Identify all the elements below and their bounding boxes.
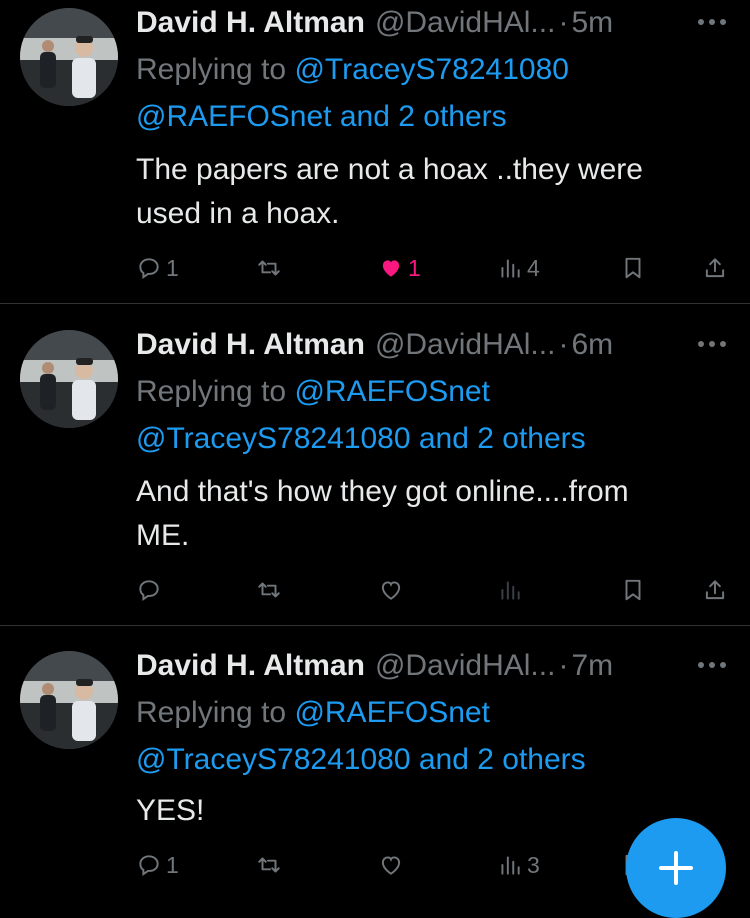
reply-button[interactable] [136,570,166,610]
reply-icon [139,580,159,601]
views-button[interactable]: 4 [497,248,540,288]
plus-icon [659,851,693,885]
replying-to-line: Replying to @RAEFOSnet [136,689,490,736]
mention-link[interactable]: @RAEFOSnet [294,696,490,729]
tweet-text: The papers are not a hoax ..they were us… [136,148,726,236]
action-bar: 1 1 4 [0,248,750,288]
reply-count: 1 [166,851,179,878]
retweet-button[interactable] [256,570,282,610]
divider [0,625,750,626]
share-button[interactable] [702,248,728,288]
bookmark-button[interactable] [620,248,646,288]
mention-link[interactable]: @TraceyS78241080 [136,743,411,776]
author-name[interactable]: David H. Altman [136,328,365,362]
view-count: 4 [527,254,540,281]
reply-button[interactable]: 1 [136,248,179,288]
author-handle[interactable]: @DavidHAl... [375,649,556,683]
mention-link[interactable]: @TraceyS78241080 [294,53,569,86]
view-count: 3 [527,851,540,878]
separator-dot: · [558,6,569,39]
others-link[interactable]: and 2 others [340,100,507,133]
retweet-icon [258,260,280,276]
retweet-icon [258,582,280,598]
timestamp[interactable]: 6m [571,328,613,362]
reply-button[interactable]: 1 [136,845,179,885]
more-icon[interactable] [692,326,732,362]
heart-icon [381,856,401,875]
bookmark-icon [625,579,641,601]
like-button[interactable]: 1 [378,248,421,288]
replying-to-line: @RAEFOSnet and 2 others [136,93,507,140]
tweet-text: YES! [136,789,726,833]
reply-count: 1 [166,254,179,281]
views-button[interactable]: 3 [497,845,540,885]
share-icon [705,258,725,278]
tweet-text-line: And that's how they got online....from [136,475,629,508]
bookmark-button[interactable] [620,570,646,610]
heart-icon [381,581,401,600]
share-icon [705,580,725,600]
retweet-button[interactable] [256,248,282,288]
replying-to-label: Replying to [136,53,287,86]
timestamp[interactable]: 7m [571,649,613,683]
avatar[interactable] [20,330,118,428]
separator-dot: · [558,328,569,361]
compose-button[interactable] [626,818,726,918]
others-link[interactable]: and 2 others [419,743,586,776]
replying-to-line: @TraceyS78241080 and 2 others [136,415,586,462]
divider [0,303,750,304]
replying-to-label: Replying to [136,375,287,408]
tweet-text-line: used in a hoax. [136,197,340,230]
retweet-icon [258,857,280,873]
author-name[interactable]: David H. Altman [136,649,365,683]
avatar[interactable] [20,8,118,106]
like-button[interactable] [378,570,404,610]
tweet-text: And that's how they got online....from M… [136,470,726,558]
mention-link[interactable]: @TraceyS78241080 [136,422,411,455]
more-icon[interactable] [692,647,732,683]
views-icon [501,856,520,875]
separator-dot: · [558,649,569,682]
mention-link[interactable]: @RAEFOSnet [294,375,490,408]
views-icon [501,581,520,600]
mention-link[interactable]: @RAEFOSnet [136,100,332,133]
timestamp[interactable]: 5m [571,6,613,40]
author-handle[interactable]: @DavidHAl... [375,6,556,40]
views-button[interactable] [497,570,523,610]
share-button[interactable] [702,570,728,610]
tweet-text-line: The papers are not a hoax ..they were [136,153,643,186]
replying-to-line: Replying to @TraceyS78241080 [136,46,569,93]
tweet-text-line: YES! [136,794,205,827]
like-count: 1 [408,254,421,281]
author-handle[interactable]: @DavidHAl... [375,328,556,362]
heart-icon [382,260,400,277]
replying-to-label: Replying to [136,696,287,729]
bookmark-icon [625,257,641,279]
reply-icon [139,258,159,279]
like-button[interactable] [378,845,404,885]
author-name[interactable]: David H. Altman [136,6,365,40]
retweet-button[interactable] [256,845,282,885]
more-icon[interactable] [692,4,732,40]
action-bar [0,570,750,610]
others-link[interactable]: and 2 others [419,422,586,455]
replying-to-line: Replying to @RAEFOSnet [136,368,490,415]
views-icon [501,259,520,278]
reply-icon [139,855,159,876]
avatar[interactable] [20,651,118,749]
replying-to-line: @TraceyS78241080 and 2 others [136,736,586,783]
tweet-text-line: ME. [136,519,190,552]
